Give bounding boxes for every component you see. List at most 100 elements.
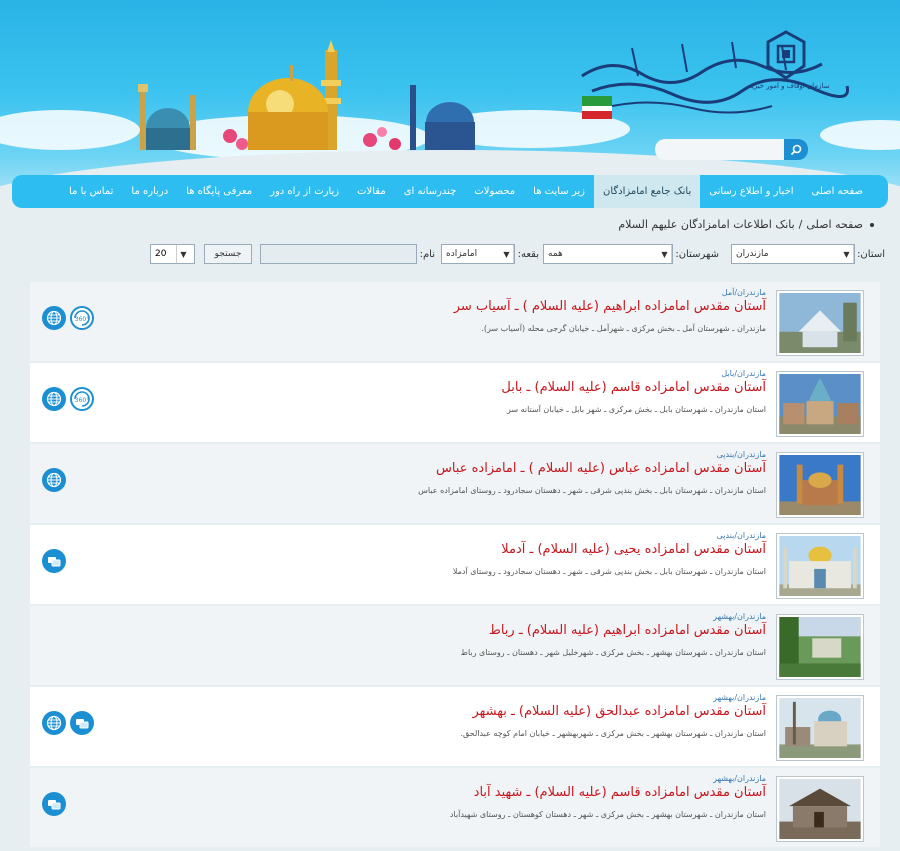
shrine-thumbnail[interactable] bbox=[776, 290, 864, 356]
breadcrumb-separator: / bbox=[798, 218, 803, 231]
page-size-value: 20 bbox=[155, 249, 167, 259]
result-address: استان مازندران ـ شهرستان بابل ـ بخش بندپ… bbox=[452, 567, 766, 576]
breadcrumb-current: بانک اطلاعات امامزادگان علیهم السلام bbox=[618, 218, 795, 231]
results-list: مازندران/آمل آستان مقدس امامزاده ابراهیم… bbox=[30, 282, 880, 851]
search-submit-button[interactable]: جستجو bbox=[204, 244, 252, 264]
shrine-skyline-illustration bbox=[138, 40, 475, 150]
province-selected-value: مازندران bbox=[736, 249, 769, 259]
shrine-photo bbox=[779, 374, 861, 434]
breadcrumb: صفحه اصلی / بانک اطلاعات امامزادگان علیه… bbox=[618, 218, 874, 231]
search-box bbox=[655, 139, 808, 160]
nav-item-news[interactable]: اخبار و اطلاع رسانی bbox=[700, 175, 802, 208]
result-address: استان مازندران ـ شهرستان بهشهر ـ بخش مرک… bbox=[449, 810, 766, 819]
list-item[interactable]: مازندران/بندپی آستان مقدس امامزاده یحیی … bbox=[30, 525, 880, 604]
city-label: شهرستان: bbox=[675, 249, 719, 260]
gallery-icon[interactable] bbox=[42, 792, 66, 816]
list-item[interactable]: مازندران/بهشهر آستان مقدس امامزاده ابراه… bbox=[30, 606, 880, 685]
result-location[interactable]: مازندران/بهشهر bbox=[713, 693, 766, 702]
gallery-icon[interactable] bbox=[42, 549, 66, 573]
svg-text:360°: 360° bbox=[75, 397, 89, 404]
result-title[interactable]: آستان مقدس امامزاده عباس (علیه السلام ) … bbox=[436, 461, 766, 476]
type-label: بقعه: bbox=[517, 249, 539, 260]
globe-icon[interactable] bbox=[42, 468, 66, 492]
shrine-photo bbox=[779, 293, 861, 353]
globe-icon[interactable] bbox=[42, 387, 66, 411]
city-selected-value: همه bbox=[548, 249, 563, 259]
shrine-photo bbox=[779, 455, 861, 515]
result-title[interactable]: آستان مقدس امامزاده یحیی (علیه السلام) ـ… bbox=[501, 542, 766, 557]
logo-caption: سازمان اوقاف و امور خیریه bbox=[748, 82, 830, 90]
shrine-thumbnail[interactable] bbox=[776, 776, 864, 842]
search-input[interactable] bbox=[655, 139, 787, 160]
svg-text:360°: 360° bbox=[75, 316, 89, 323]
chevron-down-icon: ▼ bbox=[658, 245, 672, 263]
result-location[interactable]: مازندران/آمل bbox=[722, 288, 766, 297]
globe-icon[interactable] bbox=[42, 306, 66, 330]
list-item[interactable]: مازندران/آمل آستان مقدس امامزاده ابراهیم… bbox=[30, 282, 880, 361]
globe-icon[interactable] bbox=[42, 711, 66, 735]
result-actions bbox=[42, 468, 66, 492]
nav-item-about[interactable]: درباره ما bbox=[122, 175, 177, 208]
chevron-down-icon: ▼ bbox=[840, 245, 854, 263]
type-select[interactable]: امامزاده ▼ bbox=[441, 244, 515, 264]
bullet-icon bbox=[870, 222, 874, 227]
list-item[interactable]: مازندران/بهشهر آستان مقدس امامزاده عبدال… bbox=[30, 687, 880, 766]
shrine-thumbnail[interactable] bbox=[776, 533, 864, 599]
nav-item-products[interactable]: محصولات bbox=[465, 175, 524, 208]
result-actions: 360° bbox=[42, 306, 94, 330]
main-navigation: صفحه اصلی اخبار و اطلاع رسانی بانک جامع … bbox=[12, 175, 888, 208]
name-input[interactable] bbox=[260, 244, 417, 264]
list-item[interactable]: مازندران/بابل آستان مقدس امامزاده قاسم (… bbox=[30, 363, 880, 442]
nav-item-bases[interactable]: معرفی پایگاه ها bbox=[177, 175, 261, 208]
nav-item-imamzadeh-bank[interactable]: بانک جامع امامزادگان bbox=[593, 175, 701, 208]
shrine-photo bbox=[779, 698, 861, 758]
gallery-icon[interactable] bbox=[70, 711, 94, 735]
nav-item-contact[interactable]: تماس با ما bbox=[60, 175, 122, 208]
result-title[interactable]: آستان مقدس امامزاده ابراهیم (علیه السلام… bbox=[489, 623, 766, 638]
shrine-thumbnail[interactable] bbox=[776, 695, 864, 761]
name-label: نام: bbox=[419, 249, 435, 260]
360-view-icon[interactable]: 360° bbox=[70, 306, 94, 330]
result-actions bbox=[42, 792, 66, 816]
result-actions bbox=[42, 711, 94, 735]
site-title-calligraphy bbox=[581, 41, 850, 119]
360-view-icon[interactable]: 360° bbox=[70, 387, 94, 411]
nav-item-remote-pilgrimage[interactable]: زیارت از راه دور bbox=[261, 175, 348, 208]
result-title[interactable]: آستان مقدس امامزاده قاسم (علیه السلام) ـ… bbox=[474, 785, 766, 800]
result-title[interactable]: آستان مقدس امامزاده ابراهیم (علیه السلام… bbox=[454, 299, 766, 314]
shrine-thumbnail[interactable] bbox=[776, 614, 864, 680]
shrine-photo bbox=[779, 779, 861, 839]
shrine-photo bbox=[779, 617, 861, 677]
list-item[interactable]: مازندران/بندپی آستان مقدس امامزاده عباس … bbox=[30, 444, 880, 523]
nav-item-home[interactable]: صفحه اصلی bbox=[803, 175, 872, 208]
search-button[interactable] bbox=[784, 139, 808, 160]
shrine-thumbnail[interactable] bbox=[776, 452, 864, 518]
result-address: مازندران ـ شهرستان آمل ـ بخش مرکزی ـ شهر… bbox=[481, 324, 766, 333]
filter-bar: استان: مازندران ▼ شهرستان: همه ▼ بقعه: ا… bbox=[150, 244, 885, 266]
result-actions: 360° bbox=[42, 387, 94, 411]
list-item[interactable]: مازندران/بهشهر آستان مقدس امامزاده قاسم … bbox=[30, 768, 880, 847]
cloud-decoration bbox=[0, 110, 140, 150]
nav-item-subsites[interactable]: زیر سایت ها bbox=[524, 175, 594, 208]
shrine-photo bbox=[779, 536, 861, 596]
page-size-select[interactable]: 20 ▼ bbox=[150, 244, 195, 264]
result-address: استان مازندران ـ شهرستان بهشهر ـ بخش مرک… bbox=[460, 729, 766, 738]
result-location[interactable]: مازندران/بابل bbox=[721, 369, 766, 378]
breadcrumb-home[interactable]: صفحه اصلی bbox=[806, 218, 863, 231]
result-location[interactable]: مازندران/بندپی bbox=[717, 450, 766, 459]
result-location[interactable]: مازندران/بهشهر bbox=[713, 612, 766, 621]
nav-item-articles[interactable]: مقالات bbox=[348, 175, 395, 208]
result-address: استان مازندران ـ شهرستان بابل ـ بخش مرکز… bbox=[506, 405, 766, 414]
province-label: استان: bbox=[857, 249, 885, 260]
result-title[interactable]: آستان مقدس امامزاده قاسم (علیه السلام) ـ… bbox=[501, 380, 766, 395]
type-selected-value: امامزاده bbox=[446, 249, 478, 259]
result-title[interactable]: آستان مقدس امامزاده عبدالحق (علیه السلام… bbox=[472, 704, 766, 719]
shrine-thumbnail[interactable] bbox=[776, 371, 864, 437]
province-select[interactable]: مازندران ▼ bbox=[731, 244, 855, 264]
result-location[interactable]: مازندران/بهشهر bbox=[713, 774, 766, 783]
endowment-logo-icon bbox=[766, 30, 806, 80]
nav-item-multimedia[interactable]: چندرسانه ای bbox=[395, 175, 466, 208]
city-select[interactable]: همه ▼ bbox=[543, 244, 673, 264]
result-location[interactable]: مازندران/بندپی bbox=[717, 531, 766, 540]
result-address: استان مازندران ـ شهرستان بهشهر ـ بخش مرک… bbox=[460, 648, 766, 657]
